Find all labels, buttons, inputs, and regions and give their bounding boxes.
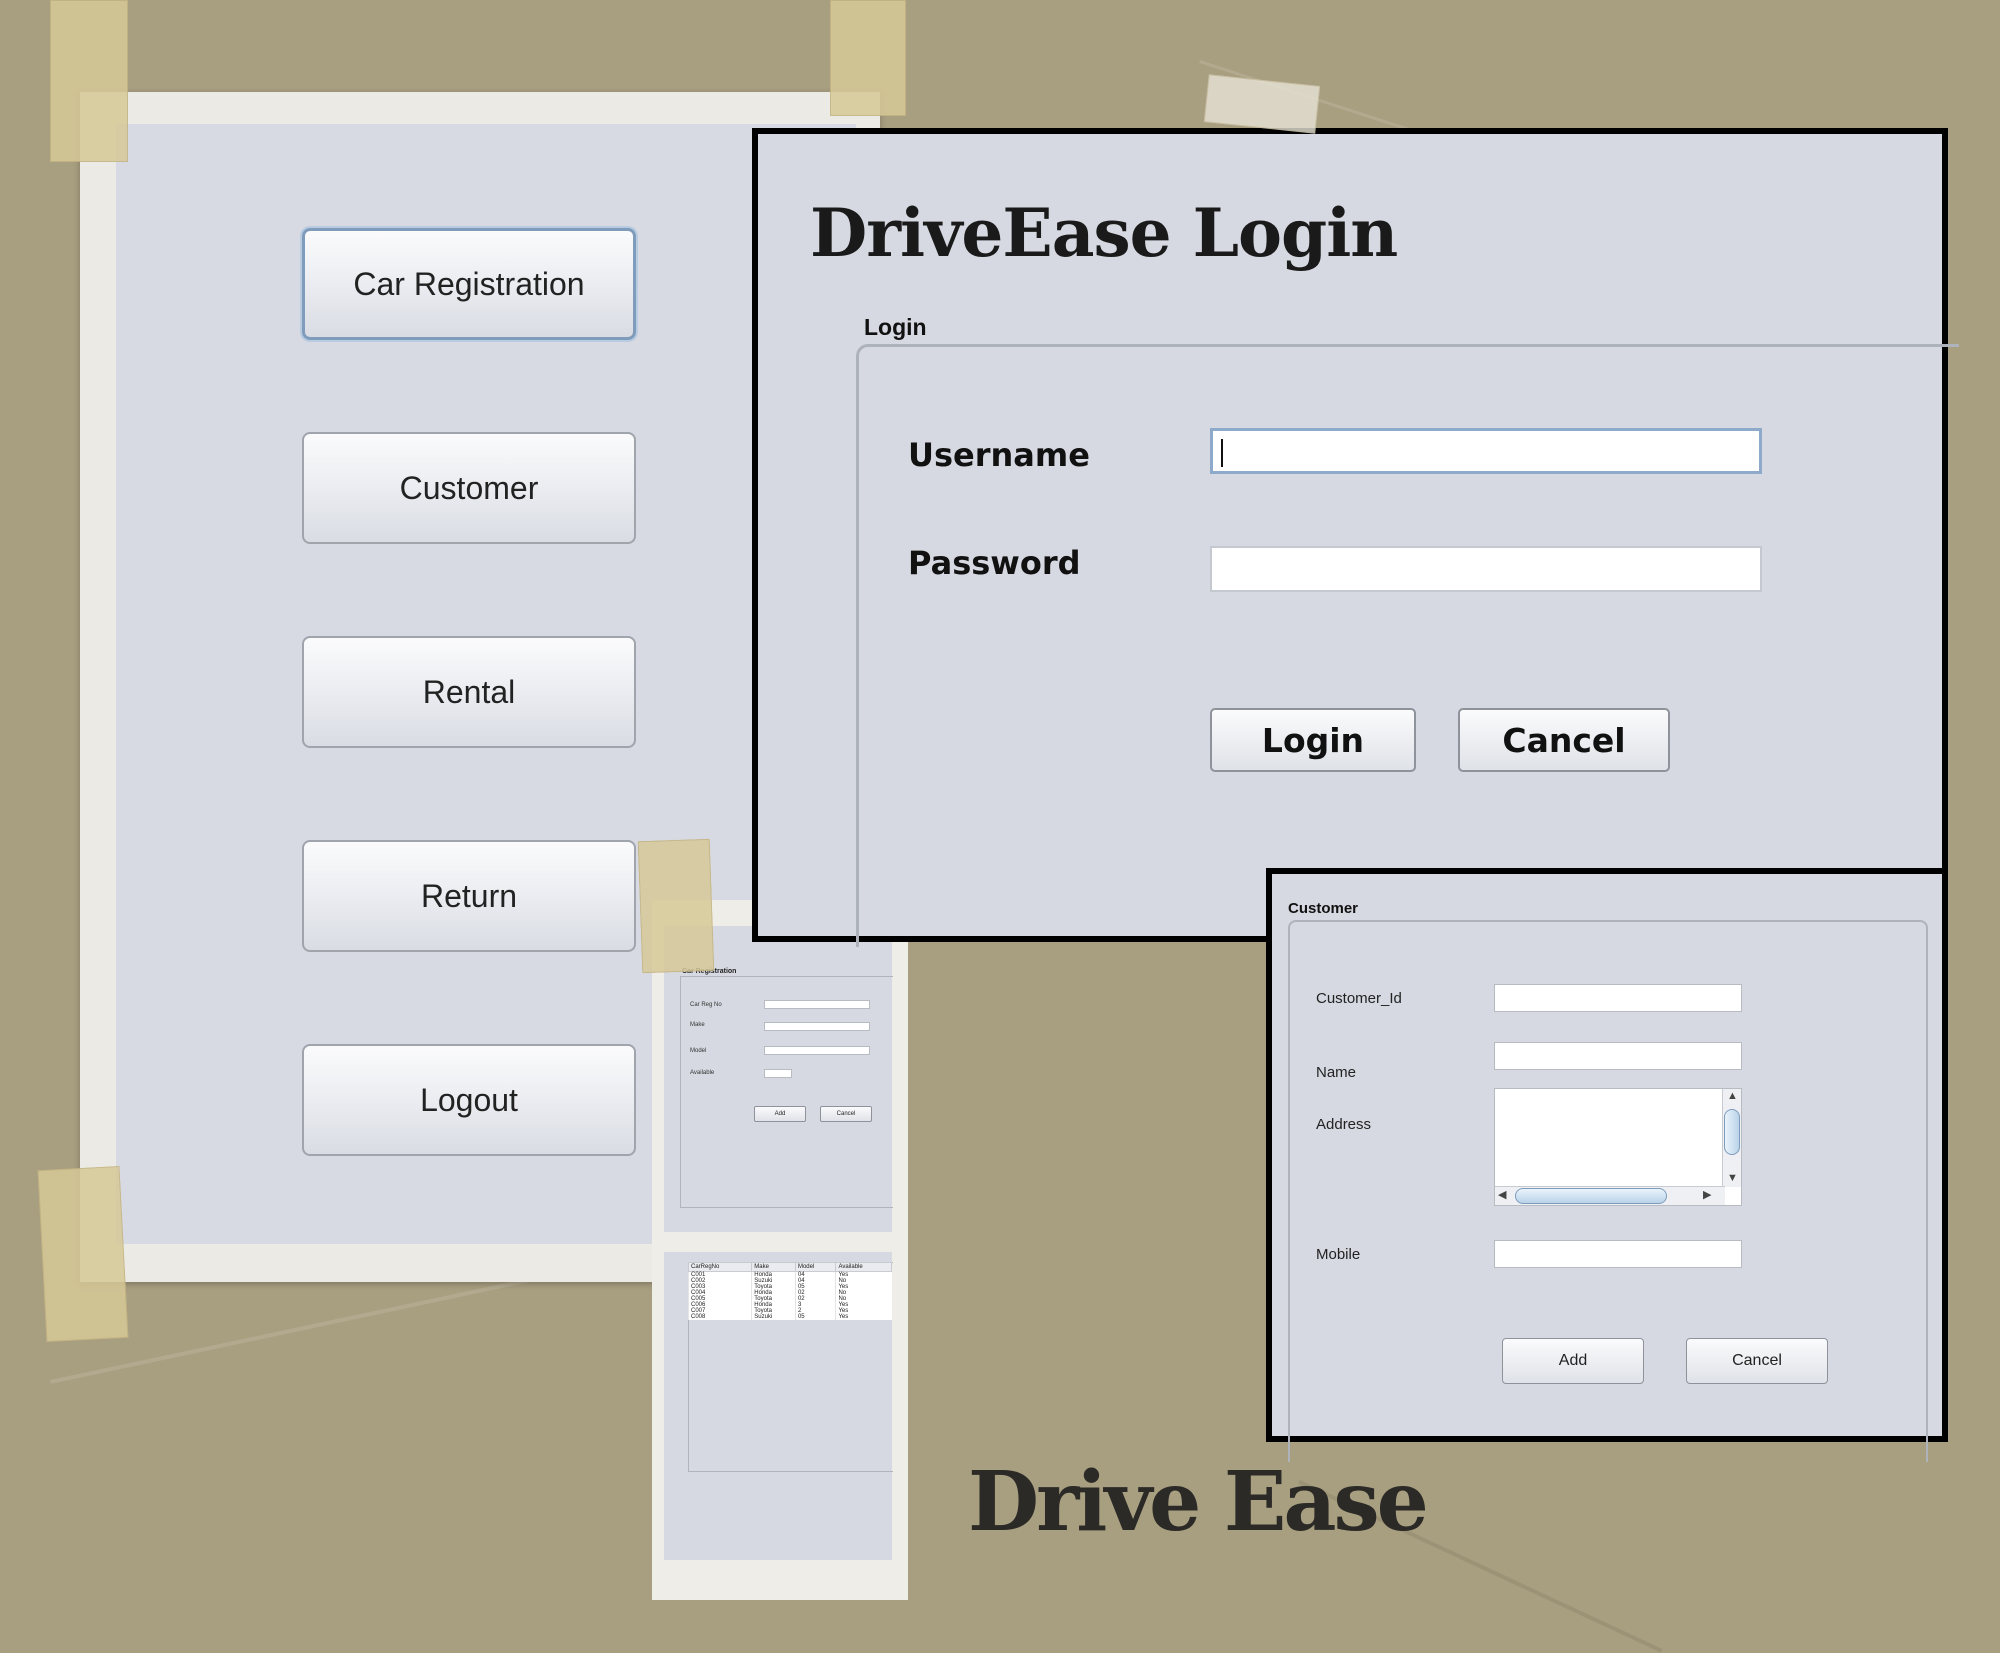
tape-decoration — [830, 0, 906, 116]
name-input[interactable] — [1494, 1042, 1742, 1070]
address-textarea[interactable]: ▲ ▼ ◀ ▶ — [1494, 1088, 1742, 1206]
tape-decoration — [50, 0, 128, 162]
car-cancel-button[interactable]: Cancel — [820, 1106, 872, 1122]
table-cell: C008 — [687, 1314, 752, 1320]
make-input[interactable] — [764, 1022, 870, 1031]
car-table-panel: CarRegNo Make Model Available C001 Honda 0… — [664, 1252, 893, 1560]
table-cell: 05 — [794, 1314, 836, 1320]
column-header[interactable]: Model — [794, 1262, 837, 1272]
make-label: Make — [690, 1022, 705, 1028]
login-button[interactable]: Login — [1210, 708, 1416, 772]
horizontal-scrollbar[interactable]: ◀ ▶ — [1495, 1186, 1725, 1205]
tape-decoration — [1203, 74, 1321, 134]
username-label: Username — [908, 436, 1090, 474]
scroll-down-icon[interactable]: ▼ — [1727, 1173, 1738, 1184]
rental-button[interactable]: Rental — [302, 636, 636, 748]
model-input[interactable] — [764, 1046, 870, 1055]
car-add-button[interactable]: Add — [754, 1106, 806, 1122]
login-window: DriveEase Login Login Username Password … — [752, 128, 1959, 947]
customer-id-label: Customer_Id — [1316, 990, 1402, 1007]
model-label: Model — [690, 1048, 707, 1054]
password-label: Password — [908, 544, 1081, 582]
car-registration-button[interactable]: Car Registration — [302, 228, 636, 340]
vertical-scroll-thumb[interactable] — [1724, 1109, 1740, 1155]
customer-button[interactable]: Customer — [302, 432, 636, 544]
customer-add-button[interactable]: Add — [1502, 1338, 1644, 1384]
customer-id-input[interactable] — [1494, 984, 1742, 1012]
table-row[interactable]: C008 Suzuki 05 Yes — [687, 1314, 892, 1320]
car-reg-no-label: Car Reg No — [690, 1002, 722, 1008]
login-cancel-button[interactable]: Cancel — [1458, 708, 1670, 772]
address-label: Address — [1316, 1116, 1372, 1133]
scroll-right-icon[interactable]: ▶ — [1703, 1190, 1711, 1201]
table-cell: Suzuki — [751, 1314, 796, 1320]
car-registration-thumbnail: Car Registration Car Reg No Make Model A… — [652, 900, 908, 1600]
scroll-left-icon[interactable]: ◀ — [1498, 1190, 1506, 1201]
column-header[interactable]: CarRegNo — [687, 1262, 753, 1272]
mobile-label: Mobile — [1316, 1246, 1361, 1263]
password-input[interactable] — [1210, 546, 1762, 592]
login-group-label: Login — [864, 314, 927, 340]
horizontal-scroll-thumb[interactable] — [1515, 1188, 1667, 1204]
name-label: Name — [1316, 1064, 1357, 1081]
customer-cancel-button[interactable]: Cancel — [1686, 1338, 1828, 1384]
table-cell: Yes — [835, 1314, 892, 1320]
customer-title: Customer — [1288, 900, 1359, 917]
available-label: Available — [690, 1070, 715, 1076]
brand-logo: Drive Ease — [968, 1454, 1429, 1550]
car-registration-frame — [680, 976, 893, 1208]
mobile-input[interactable] — [1494, 1240, 1742, 1268]
login-title: DriveEase Login — [810, 194, 1398, 272]
vertical-scrollbar[interactable]: ▲ ▼ — [1722, 1089, 1741, 1187]
logout-button[interactable]: Logout — [302, 1044, 636, 1156]
table-header-row: CarRegNo Make Model Available — [687, 1262, 892, 1272]
column-header[interactable]: Make — [751, 1262, 796, 1272]
car-reg-no-input[interactable] — [764, 1000, 870, 1009]
car-table: CarRegNo Make Model Available C001 Honda 0… — [687, 1262, 892, 1320]
tape-decoration — [637, 838, 715, 974]
return-button[interactable]: Return — [302, 840, 636, 952]
scroll-up-icon[interactable]: ▲ — [1727, 1091, 1738, 1102]
car-registration-form: Car Registration Car Reg No Make Model A… — [664, 926, 893, 1232]
tape-decoration — [37, 1165, 129, 1343]
customer-window: Customer Customer_Id Name Address ▲ ▼ ◀ … — [1266, 868, 1948, 1462]
text-caret — [1221, 439, 1223, 467]
column-header[interactable]: Available — [835, 1262, 892, 1272]
username-input[interactable] — [1210, 428, 1762, 474]
available-select[interactable] — [764, 1069, 792, 1078]
